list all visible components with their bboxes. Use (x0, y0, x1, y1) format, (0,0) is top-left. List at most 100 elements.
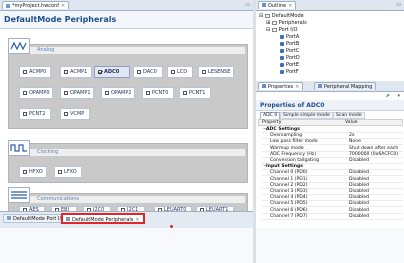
checkbox[interactable] (98, 70, 102, 74)
tree-item-label: Port I/O (278, 27, 298, 33)
property-value[interactable]: 7000000 (0x6ACFC0) (349, 152, 398, 158)
checkbox[interactable] (23, 112, 27, 116)
peripheral-pcnt0[interactable]: PCNT0 (142, 87, 174, 99)
expand-icon[interactable]: ⊞ (266, 20, 270, 26)
folder-icon (271, 28, 277, 32)
editor-title-bar: DefaultMode Peripherals (0, 11, 253, 29)
checkbox[interactable] (202, 70, 206, 74)
properties-table-header: Property Value (258, 119, 403, 126)
tree-item-peripherals[interactable]: ⊞ Peripherals (266, 20, 307, 26)
checkbox[interactable] (23, 170, 27, 174)
checkbox[interactable] (183, 91, 187, 95)
checkbox[interactable] (64, 112, 68, 116)
tree-item-label: DefaultMode (271, 13, 304, 19)
collapse-icon[interactable]: ⊟ (259, 13, 263, 19)
collapse-icon[interactable]: ⊟ (266, 27, 270, 33)
clocking-section-header[interactable]: Clocking (8, 140, 245, 156)
property-value[interactable]: Disabled (349, 208, 369, 214)
tab-properties[interactable]: Properties × (258, 82, 304, 90)
close-icon[interactable]: × (295, 84, 299, 90)
peripheral-opamp1[interactable]: OPAMP1 (60, 87, 94, 99)
checkbox[interactable] (58, 170, 62, 174)
property-row[interactable]: Channel 7 (PD7) Disabled (262, 214, 403, 220)
subtab-label: ADC 0 (263, 113, 278, 118)
minimize-icon[interactable]: ▭ (396, 2, 401, 8)
minimize-icon[interactable]: ▭ (245, 2, 250, 8)
subtab-simple-mode[interactable]: Simple simple mode (280, 112, 333, 119)
peripheral-vcmp[interactable]: VCMP (60, 108, 90, 120)
property-value[interactable]: Disabled (349, 177, 369, 183)
peripheral-pcnt1[interactable]: PCNT1 (179, 87, 211, 99)
property-value[interactable]: None (349, 139, 361, 145)
peripheral-opamp2[interactable]: OPAMP2 (101, 87, 135, 99)
clocking-section-label: Clocking (37, 149, 59, 155)
tree-item-porte[interactable]: PortE (280, 62, 299, 68)
close-icon[interactable]: × (288, 3, 292, 9)
close-icon[interactable]: × (135, 217, 139, 223)
communications-section-header[interactable]: Communications (8, 187, 245, 203)
property-name: Channel 7 (PD7) (270, 213, 308, 219)
property-row[interactable]: Channel 6 (PD6) Disabled (262, 208, 403, 214)
tree-item-portd[interactable]: PortD (280, 55, 300, 61)
property-row[interactable]: Channel 2 (PD2) Disabled (262, 183, 403, 189)
tab-port-io-label: DefaultMode Port I/O (13, 216, 66, 222)
checkbox[interactable] (23, 70, 27, 74)
pin-view-icon[interactable]: ⬈ (386, 93, 390, 99)
checkbox[interactable] (146, 91, 150, 95)
property-value[interactable]: Disabled (349, 214, 369, 220)
subtab-label: Simple simple mode (283, 113, 330, 118)
tree-item-label: PortD (286, 55, 300, 61)
view-menu-icon[interactable]: ▾ (397, 93, 400, 99)
tree-item-portf[interactable]: PortF (280, 69, 299, 75)
property-value[interactable]: Shut down after each (349, 146, 398, 152)
tab-outline[interactable]: Outline × (258, 1, 297, 9)
tab-port-io[interactable]: DefaultMode Port I/O (3, 214, 70, 223)
tab-peripheral-mapping[interactable]: Peripheral Mapping (314, 82, 377, 90)
editor-file-tab[interactable]: *myProject.hwconf × (2, 1, 70, 9)
tab-outline-label: Outline (268, 3, 287, 9)
subtab-scan-mode[interactable]: Scan mode (333, 112, 365, 119)
subtab-adc0[interactable]: ADC 0 (260, 112, 281, 119)
analog-section-label: Analog (37, 47, 55, 53)
property-row[interactable]: Channel 0 (PD0) Disabled (262, 170, 403, 177)
file-icon (6, 3, 10, 8)
checkbox[interactable] (23, 91, 27, 95)
peripheral-hfxo[interactable]: HFXO (19, 166, 47, 178)
property-value[interactable]: Disabled (349, 158, 369, 164)
property-row[interactable]: Channel 1 (PD1) Disabled (262, 177, 403, 183)
peripheral-lcd[interactable]: LCD (167, 66, 193, 78)
peripheral-adc0[interactable]: ADC0 (94, 66, 130, 78)
checkbox[interactable] (64, 70, 68, 74)
checkbox[interactable] (137, 70, 141, 74)
peripheral-dac0[interactable]: DAC0 (133, 66, 163, 78)
checkbox[interactable] (171, 70, 175, 74)
checkbox[interactable] (64, 91, 68, 95)
properties-title: Properties of ADC0 (260, 102, 325, 109)
property-row[interactable]: Low pass filter mode None (262, 139, 403, 146)
peripheral-lesense[interactable]: LESENSE (198, 66, 234, 78)
tree-item-defaultmode[interactable]: ⊟ DefaultMode (259, 13, 304, 19)
tree-item-portb[interactable]: PortB (280, 41, 299, 47)
clocking-icon (8, 140, 30, 156)
editor-tabbar: *myProject.hwconf × ▭ (0, 0, 253, 11)
peripheral-acmp1[interactable]: ACMP1 (60, 66, 92, 78)
property-value[interactable]: Disabled (349, 201, 369, 207)
property-value[interactable]: Disabled (349, 183, 369, 189)
peripheral-opamp0[interactable]: OPAMP0 (19, 87, 53, 99)
tab-properties-label: Properties (268, 84, 294, 90)
property-row[interactable]: Channel 5 (PD5) Disabled (262, 201, 403, 208)
peripheral-acmp0[interactable]: ACMP0 (19, 66, 51, 78)
checkbox[interactable] (105, 91, 109, 95)
properties-subtabs: ADC 0 Simple simple mode Scan mode (256, 111, 404, 119)
peripheral-lfxo[interactable]: LFXO (54, 166, 82, 178)
close-icon[interactable]: × (61, 3, 65, 9)
property-row[interactable]: ADC Frequency (Hz) 7000000 (0x6ACFC0) (262, 152, 403, 158)
tab-peripherals[interactable]: DefaultMode Peripherals × (61, 213, 145, 224)
property-value[interactable]: Disabled (349, 170, 369, 176)
tree-item-portc[interactable]: PortC (280, 48, 299, 54)
analog-section-header[interactable]: Analog (8, 38, 245, 54)
property-row[interactable]: Warmup mode Shut down after each (262, 146, 403, 152)
tree-item-port-io[interactable]: ⊟ Port I/O (266, 27, 297, 33)
tree-item-porta[interactable]: PortA (280, 34, 299, 40)
peripheral-pcnt2[interactable]: PCNT2 (19, 108, 51, 120)
